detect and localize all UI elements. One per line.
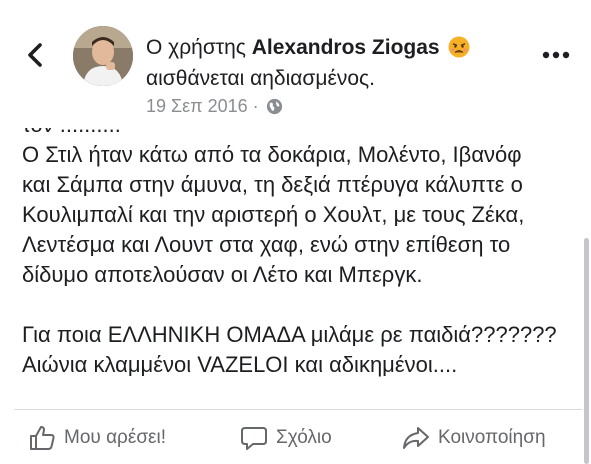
post-line: Αιώνια κλαμμένοι VAZELOI και αδικημένοι.…	[22, 352, 458, 377]
author-name[interactable]: Alexandros Ziogas	[252, 36, 440, 59]
post-line: και Σάμπα στην άμυνα, τη δεξιά πτέρυγα κ…	[22, 172, 523, 197]
post-line: τον ..........	[22, 128, 582, 140]
post-body: τον .......... Ο Στιλ ήταν κάτω από τα δ…	[0, 128, 591, 406]
post-line: Κουλιμπαλί και την αριστερή ο Χουλτ, με …	[22, 202, 525, 227]
globe-icon[interactable]	[266, 98, 283, 115]
more-dots-icon	[542, 51, 570, 59]
meta-separator: ·	[252, 96, 259, 116]
share-arrow-icon	[402, 424, 430, 452]
like-label: Μου αρέσει!	[64, 427, 167, 448]
post-line: Ο Στιλ ήταν κάτω από τα δοκάρια, Μολέντο…	[22, 142, 522, 167]
post-view: Ο χρήστης Alexandros Ziogas αισθάνεται α…	[0, 0, 591, 464]
more-options-button[interactable]	[541, 45, 571, 65]
post-header: Ο χρήστης Alexandros Ziogas αισθάνεται α…	[0, 0, 591, 128]
post-text: τον .......... Ο Στιλ ήταν κάτω από τα δ…	[22, 128, 582, 380]
status-line: Ο χρήστης Alexandros Ziogas αισθάνεται α…	[146, 32, 516, 94]
status-suffix: αισθάνεται αηδιασμένος.	[146, 67, 375, 90]
chevron-left-icon	[28, 43, 42, 67]
like-button[interactable]: Μου αρέσει!	[28, 418, 166, 458]
thumbs-up-icon	[28, 424, 56, 452]
profile-photo	[73, 26, 133, 86]
share-button[interactable]: Κοινοποίηση	[402, 418, 546, 458]
comment-button[interactable]: Σχόλιο	[240, 418, 332, 458]
post-line: δίδυμο αποτελούσαν οι Λέτο και Μπεργκ.	[22, 262, 423, 287]
action-bar: Μου αρέσει! Σχόλιο Κοινοποίηση	[0, 418, 591, 458]
status-prefix: Ο χρήστης	[146, 36, 252, 59]
post-date[interactable]: 19 Σεπ 2016	[146, 96, 248, 116]
post-line: Λεντέσμα και Λουντ στα χαφ, ενώ στην επί…	[22, 232, 511, 257]
disgusted-face-icon	[448, 36, 470, 58]
comment-label: Σχόλιο	[276, 427, 332, 448]
divider	[14, 409, 582, 410]
share-label: Κοινοποίηση	[438, 427, 546, 448]
back-button[interactable]	[22, 40, 48, 70]
post-meta: 19 Σεπ 2016 ·	[146, 95, 283, 117]
avatar[interactable]	[73, 26, 133, 86]
comment-bubble-icon	[240, 424, 268, 452]
post-line: Για ποια ΕΛΛΗΝΙΚΗ ΟΜΑΔΑ μιλάμε ρε παιδιά…	[22, 322, 557, 347]
